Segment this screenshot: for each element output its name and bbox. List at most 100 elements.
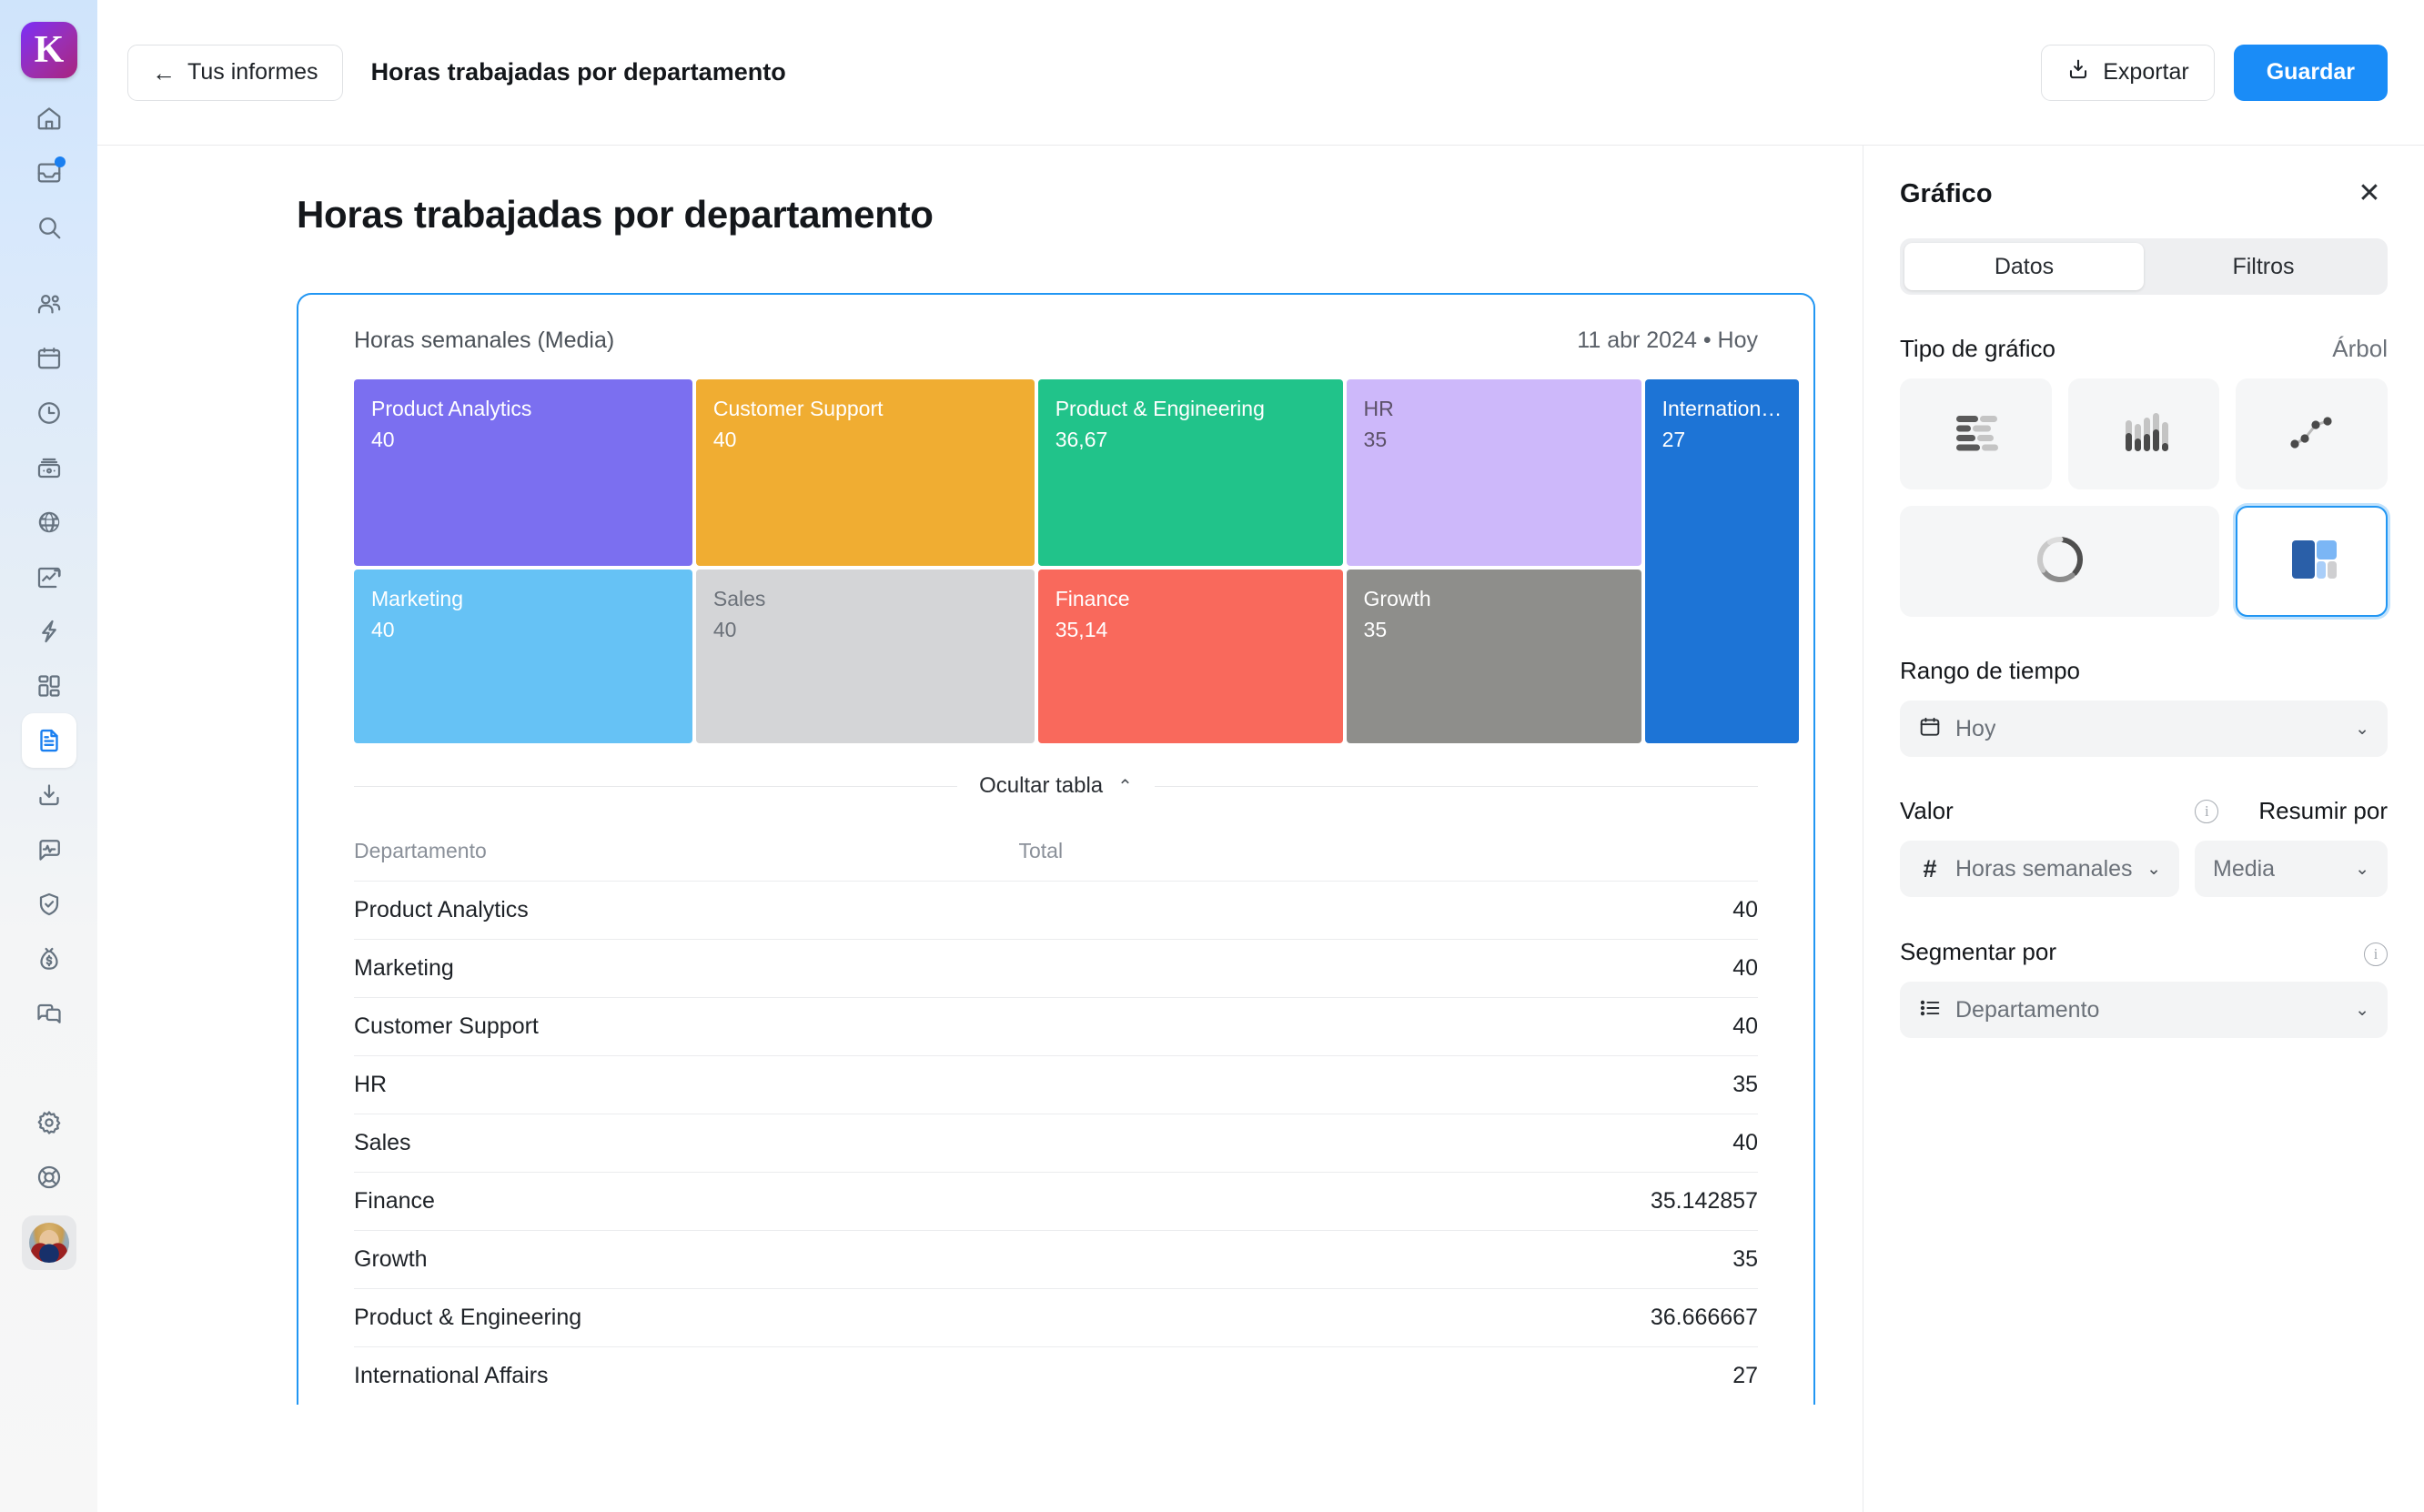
chart-metric-title: Horas semanales (Media): [354, 328, 615, 353]
treemap-tile[interactable]: Sales 40: [695, 570, 1035, 743]
chart-type-bar-horizontal[interactable]: [1900, 378, 2052, 489]
chart-type-label: Tipo de gráfico: [1900, 335, 2056, 362]
home-icon: [35, 105, 63, 132]
treemap-column: Product Analytics 40 Marketing 40: [354, 379, 692, 743]
chart-type-treemap[interactable]: [2236, 506, 2388, 617]
treemap-tile-value: 35,14: [1055, 618, 1108, 642]
chart-type-grid: [1900, 378, 2388, 617]
back-to-reports-button[interactable]: ← Tus informes: [127, 44, 343, 101]
bar-horizontal-chart-icon: [1947, 404, 2004, 465]
sidebar-item-surveys[interactable]: [22, 822, 76, 877]
chart-type-value: Árbol: [2332, 335, 2388, 362]
avatar[interactable]: [21, 1215, 76, 1270]
treemap-tile[interactable]: Customer Support 40: [695, 379, 1035, 567]
sidebar-item-messages[interactable]: [22, 986, 76, 1041]
column-header-total: Total: [1018, 839, 1064, 862]
number-field-icon: #: [1923, 854, 1937, 882]
line-chart-icon: [2284, 404, 2340, 465]
table-cell-total: 36.666667: [1650, 1305, 1758, 1330]
table-row[interactable]: HR 35: [354, 1055, 1758, 1114]
info-icon-value[interactable]: i: [2195, 799, 2219, 823]
value-field-select[interactable]: # Horas semanales ⌄: [1900, 841, 2179, 897]
sidebar-item-payroll[interactable]: [22, 440, 76, 495]
treemap-tile-label: Sales: [712, 587, 766, 611]
sidebar-item-settings[interactable]: [22, 1095, 76, 1150]
shield-check-icon: [35, 891, 63, 918]
tab-filtros[interactable]: Filtros: [2144, 243, 2383, 290]
table-cell-total: 27: [1732, 1363, 1758, 1388]
summarize-label: Resumir por: [2258, 797, 2388, 824]
table-row[interactable]: International Affairs 27: [354, 1346, 1758, 1405]
sidebar-item-help[interactable]: [22, 1150, 76, 1205]
segment-label: Segmentar por: [1900, 937, 2056, 965]
save-button[interactable]: Guardar: [2233, 44, 2388, 101]
app-logo-letter: K: [34, 29, 65, 71]
chart-type-column[interactable]: [2067, 378, 2220, 489]
gear-icon: [35, 1109, 63, 1136]
treemap-tile[interactable]: Product & Engineering 36,67: [1037, 379, 1343, 567]
sidebar-item-import[interactable]: [22, 768, 76, 822]
treemap-tile-label: Growth: [1363, 587, 1431, 611]
sidebar-item-reports[interactable]: [21, 713, 76, 768]
table-row[interactable]: Product Analytics 40: [354, 881, 1758, 939]
column-header-department: Departamento: [354, 839, 487, 862]
table-row[interactable]: Customer Support 40: [354, 997, 1758, 1055]
time-range-select[interactable]: Hoy ⌄: [1900, 701, 2388, 757]
summarize-select[interactable]: Media ⌄: [2195, 841, 2388, 897]
panel-header: Gráfico ✕: [1900, 176, 2388, 212]
app-logo[interactable]: K: [20, 22, 77, 78]
summarize-value: Media: [2213, 855, 2276, 882]
sidebar-item-apps[interactable]: [22, 659, 76, 713]
chart-type-line[interactable]: [2236, 378, 2388, 489]
people-icon: [35, 290, 63, 318]
table-row[interactable]: Sales 40: [354, 1114, 1758, 1172]
sidebar-item-calendar[interactable]: [22, 331, 76, 386]
table-row[interactable]: Product & Engineering 36.666667: [354, 1288, 1758, 1346]
treemap-tile[interactable]: Product Analytics 40: [354, 379, 692, 567]
treemap-tile[interactable]: Internation… 27: [1644, 379, 1800, 743]
left-nav-rail: K: [0, 0, 97, 1512]
info-icon-segment[interactable]: i: [2364, 942, 2388, 966]
donut-chart-icon: [2030, 529, 2090, 594]
rail-primary-group: [22, 91, 76, 255]
treemap-tile-label: Product Analytics: [371, 397, 532, 420]
table-cell-department: Growth: [354, 1246, 428, 1272]
sidebar-item-people[interactable]: [22, 277, 76, 331]
chart-type-donut[interactable]: [1900, 506, 2220, 617]
treemap-column: Product & Engineering 36,67 Finance 35,14: [1037, 379, 1343, 743]
chart-date-range: 11 abr 2024 • Hoy: [1577, 328, 1758, 353]
table-row[interactable]: Finance 35.142857: [354, 1172, 1758, 1230]
treemap-tile[interactable]: Finance 35,14: [1037, 570, 1343, 743]
treemap-chart: Product Analytics 40 Marketing 40 Customer S…: [335, 379, 1800, 743]
table-row[interactable]: Growth 35: [354, 1230, 1758, 1288]
export-button[interactable]: Exportar: [2041, 44, 2215, 101]
sidebar-item-search[interactable]: [22, 200, 76, 255]
treemap-tile[interactable]: HR 35: [1346, 379, 1641, 567]
lightning-icon: [35, 618, 63, 645]
hide-table-toggle[interactable]: Ocultar tabla ⌃: [979, 773, 1133, 799]
download-icon: [2066, 57, 2090, 87]
segment-select[interactable]: Departamento ⌄: [1900, 982, 2388, 1038]
sidebar-item-benefits[interactable]: [22, 932, 76, 986]
divider-right: [1154, 785, 1758, 787]
time-range-field-header: Rango de tiempo: [1900, 657, 2388, 685]
table-row[interactable]: Marketing 40: [354, 939, 1758, 997]
sidebar-item-compliance[interactable]: [22, 877, 76, 932]
sidebar-item-time[interactable]: [22, 386, 76, 440]
calendar-icon: [1918, 715, 1942, 743]
avatar-image: [28, 1223, 69, 1263]
close-icon[interactable]: ✕: [2351, 176, 2388, 212]
sidebar-item-home[interactable]: [22, 91, 76, 146]
report-card[interactable]: Horas semanales (Media) 11 abr 2024 • Ho…: [297, 293, 1815, 1405]
sidebar-item-global[interactable]: [22, 495, 76, 549]
sidebar-item-automations[interactable]: [22, 604, 76, 659]
treemap-tile[interactable]: Growth 35: [1346, 570, 1641, 743]
tab-datos[interactable]: Datos: [1904, 243, 2144, 290]
rail-bottom-group: [21, 1095, 76, 1270]
treemap-tile[interactable]: Marketing 40: [354, 570, 692, 743]
panel-tabs: Datos Filtros: [1900, 238, 2388, 295]
sidebar-item-inbox[interactable]: [22, 146, 76, 200]
card-header: Horas semanales (Media) 11 abr 2024 • Ho…: [335, 328, 1777, 354]
sidebar-item-growth[interactable]: [22, 549, 76, 604]
table-cell-department: Sales: [354, 1130, 411, 1155]
